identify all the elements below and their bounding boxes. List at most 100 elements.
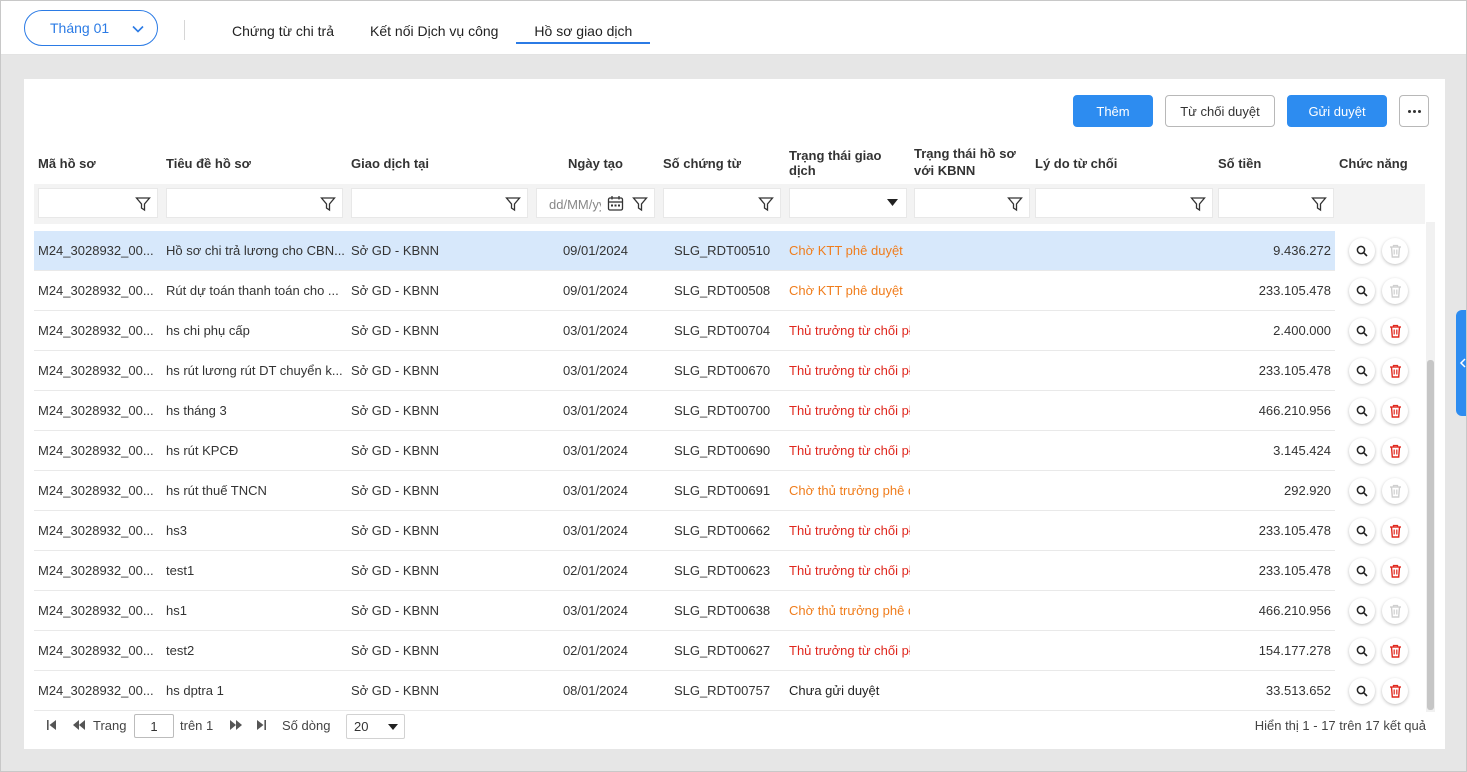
table-row[interactable]: M24_3028932_00... hs dptra 1 Sở GD - KBNN 0… (34, 671, 1425, 711)
search-icon[interactable] (1349, 638, 1375, 664)
cell-voucher: SLG_RDT00690 (673, 443, 771, 458)
trash-icon[interactable] (1382, 678, 1408, 704)
tab-payment-vouchers[interactable]: Chứng từ chi trả (214, 0, 352, 44)
filter-reason[interactable] (1035, 188, 1213, 218)
cell-title: hs tháng 3 (166, 403, 227, 418)
search-icon[interactable] (1349, 678, 1375, 704)
search-icon[interactable] (1349, 558, 1375, 584)
col-reason[interactable]: Lý do từ chối (1031, 142, 1214, 184)
cell-code: M24_3028932_00... (38, 683, 154, 698)
table-row[interactable]: M24_3028932_00... hs tháng 3 Sở GD - KBNN 0… (34, 391, 1425, 431)
cell-date: 03/01/2024 (562, 443, 629, 458)
table-row[interactable]: M24_3028932_00... test2 Sở GD - KBNN 02/01/… (34, 631, 1425, 671)
search-icon[interactable] (1349, 598, 1375, 624)
filter-icon[interactable] (320, 196, 336, 212)
chevron-down-icon (132, 25, 144, 33)
cell-status: Chờ thủ trưởng phê d (789, 483, 910, 498)
cell-code: M24_3028932_00... (38, 403, 154, 418)
cell-title: Rút dự toán thanh toán cho ... (166, 283, 339, 298)
filter-status-select[interactable] (789, 188, 907, 218)
table-row[interactable]: M24_3028932_00... hs chi phụ cấp Sở GD - K… (34, 311, 1425, 351)
side-panel-toggle[interactable] (1456, 310, 1467, 416)
table-row[interactable]: M24_3028932_00... hs3 Sở GD - KBNN 03/01/20… (34, 511, 1425, 551)
col-status[interactable]: Trạng thái giao dịch (785, 142, 910, 184)
filter-icon[interactable] (1007, 196, 1023, 212)
filter-amount[interactable] (1218, 188, 1334, 218)
cell-kbnn-status (910, 271, 1031, 311)
trash-icon[interactable] (1382, 358, 1408, 384)
col-code[interactable]: Mã hồ sơ (34, 142, 162, 184)
filter-title[interactable] (166, 188, 343, 218)
col-voucher[interactable]: Số chứng từ (659, 142, 785, 184)
cell-date: 03/01/2024 (562, 523, 629, 538)
table-row[interactable]: M24_3028932_00... hs1 Sở GD - KBNN 03/01/20… (34, 591, 1425, 631)
row-actions (1335, 351, 1425, 391)
search-icon[interactable] (1349, 398, 1375, 424)
search-icon[interactable] (1349, 318, 1375, 344)
table-row[interactable]: M24_3028932_00... hs rút thuế TNCN Sở GD -… (34, 471, 1425, 511)
row-actions (1335, 391, 1425, 431)
col-place[interactable]: Giao dịch tại (347, 142, 532, 184)
reject-button[interactable]: Từ chối duyệt (1165, 95, 1275, 127)
last-page-icon[interactable] (256, 719, 267, 731)
col-kbnn-status[interactable]: Trạng thái hồ sơ với KBNN (910, 142, 1031, 184)
calendar-icon[interactable] (607, 195, 624, 212)
cell-status: Chưa gửi duyệt (789, 683, 880, 698)
first-page-icon[interactable] (46, 719, 57, 731)
filter-kbnn-status[interactable] (914, 188, 1030, 218)
trash-icon[interactable] (1382, 438, 1408, 464)
filter-icon[interactable] (505, 196, 521, 212)
prev-page-icon[interactable] (72, 719, 86, 731)
table-row[interactable]: M24_3028932_00... hs rút lương rút DT chu… (34, 351, 1425, 391)
rows-per-page-value: 20 (354, 719, 369, 734)
more-button[interactable] (1399, 95, 1429, 127)
cell-status: Thủ trưởng từ chối pł (789, 643, 910, 658)
search-icon[interactable] (1349, 478, 1375, 504)
table-row[interactable]: M24_3028932_00... Rút dự toán thanh toán … (34, 271, 1425, 311)
cell-status: Thủ trưởng từ chối pł (789, 443, 910, 458)
add-button[interactable]: Thêm (1073, 95, 1153, 127)
col-amount[interactable]: Số tiền (1214, 142, 1331, 184)
filter-icon[interactable] (758, 196, 774, 212)
filter-icon[interactable] (1311, 196, 1327, 212)
scrollbar-thumb[interactable] (1427, 360, 1434, 710)
search-icon[interactable] (1349, 438, 1375, 464)
col-date[interactable]: Ngày tạo (532, 142, 659, 184)
rows-per-page-select[interactable]: 20 (346, 714, 405, 739)
table-row[interactable]: M24_3028932_00... hs rút KPCĐ Sở GD - KBNN… (34, 431, 1425, 471)
cell-code: M24_3028932_00... (38, 283, 154, 298)
cell-status: Thủ trưởng từ chối pł (789, 323, 910, 338)
trash-icon (1382, 278, 1408, 304)
tab-public-service[interactable]: Kết nối Dịch vụ công (352, 0, 516, 44)
filter-icon[interactable] (1190, 196, 1206, 212)
cell-amount: 2.400.000 (1273, 323, 1331, 338)
filter-code[interactable] (38, 188, 158, 218)
month-select[interactable]: Tháng 01 (24, 10, 158, 46)
table-row[interactable]: M24_3028932_00... test1 Sở GD - KBNN 02/01/… (34, 551, 1425, 591)
trash-icon[interactable] (1382, 558, 1408, 584)
row-actions (1335, 431, 1425, 471)
search-icon[interactable] (1349, 358, 1375, 384)
trash-icon[interactable] (1382, 398, 1408, 424)
cell-amount: 233.105.478 (1258, 523, 1331, 538)
table-row[interactable]: M24_3028932_00... Hồ sơ chi trả lương cho… (34, 231, 1425, 271)
tab-transaction-records[interactable]: Hồ sơ giao dịch (516, 0, 651, 44)
trash-icon[interactable] (1382, 638, 1408, 664)
search-icon[interactable] (1349, 278, 1375, 304)
col-title[interactable]: Tiêu đề hồ sơ (162, 142, 347, 184)
cell-title: hs dptra 1 (166, 683, 224, 698)
send-approval-button[interactable]: Gửi duyệt (1287, 95, 1387, 127)
trash-icon[interactable] (1382, 318, 1408, 344)
search-icon[interactable] (1349, 518, 1375, 544)
filter-date[interactable]: dd/MM/yyyy (536, 188, 655, 218)
filter-voucher[interactable] (663, 188, 781, 218)
cell-kbnn-status (910, 231, 1031, 271)
next-page-icon[interactable] (229, 719, 243, 731)
filter-icon[interactable] (135, 196, 151, 212)
cell-date: 09/01/2024 (562, 283, 629, 298)
page-number-input[interactable] (134, 714, 174, 738)
trash-icon[interactable] (1382, 518, 1408, 544)
filter-icon[interactable] (632, 196, 648, 212)
search-icon[interactable] (1349, 238, 1375, 264)
filter-place[interactable] (351, 188, 528, 218)
